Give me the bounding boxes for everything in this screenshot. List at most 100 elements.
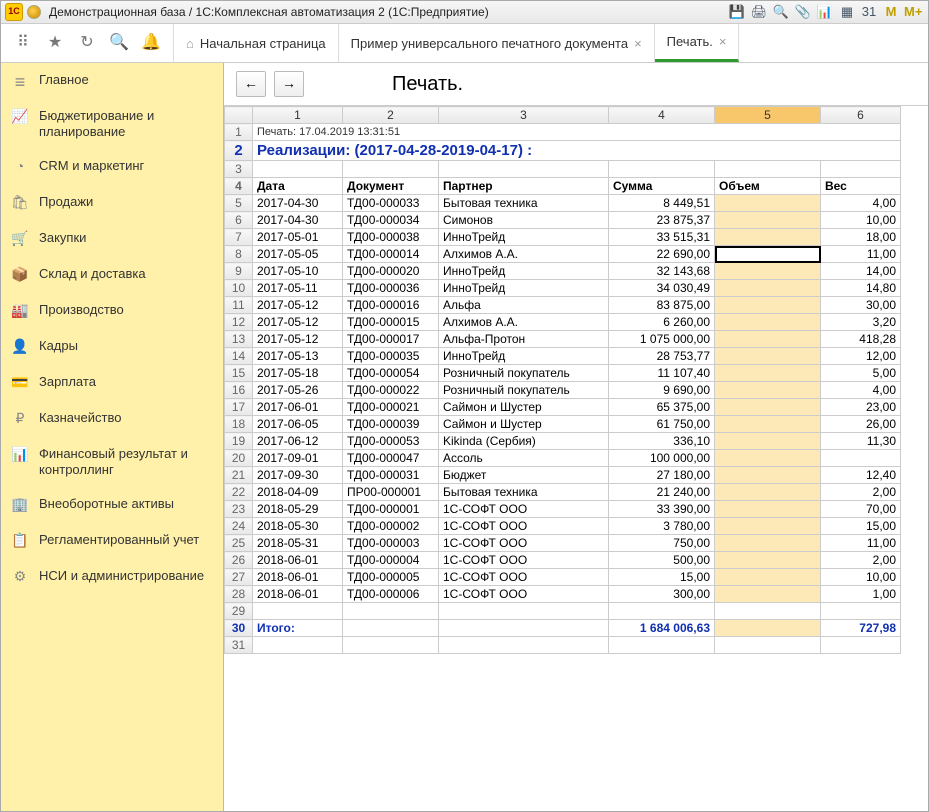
empty-cell[interactable] <box>715 603 821 620</box>
cell-vol[interactable] <box>715 331 821 348</box>
attach-icon[interactable]: 📎 <box>794 3 812 21</box>
cell-vol[interactable] <box>715 280 821 297</box>
cell-vol[interactable] <box>715 484 821 501</box>
table-row[interactable]: 122017-05-12ТД00-000015Алхимов А.А.6 260… <box>225 314 901 331</box>
tab-document[interactable]: Пример универсального печатного документ… <box>339 24 655 62</box>
sidebar-item[interactable]: ◔CRM и маркетинг <box>1 149 223 185</box>
search-icon[interactable]: 🔍 <box>107 31 131 55</box>
row-header[interactable]: 26 <box>225 552 253 569</box>
row-header[interactable]: 31 <box>225 637 253 654</box>
row-header[interactable]: 17 <box>225 399 253 416</box>
empty-cell[interactable] <box>821 603 901 620</box>
spreadsheet-wrap[interactable]: 1234561Печать: 17.04.2019 13:31:512Реали… <box>224 105 928 811</box>
table-row[interactable]: 52017-04-30ТД00-000033Бытовая техника8 4… <box>225 195 901 212</box>
table-row[interactable]: 232018-05-29ТД00-0000011С-СОФТ ООО33 390… <box>225 501 901 518</box>
row-header[interactable]: 21 <box>225 467 253 484</box>
cell-vol[interactable] <box>715 314 821 331</box>
cell-vol[interactable] <box>715 348 821 365</box>
row-header[interactable]: 5 <box>225 195 253 212</box>
cell-vol[interactable] <box>715 433 821 450</box>
column-header[interactable]: 4 <box>609 107 715 124</box>
table-row[interactable]: 132017-05-12ТД00-000017Альфа-Протон1 075… <box>225 331 901 348</box>
table-row[interactable]: 62017-04-30ТД00-000034Симонов23 875,3710… <box>225 212 901 229</box>
tab-print[interactable]: Печать. × <box>655 24 740 62</box>
back-button[interactable]: ← <box>236 71 266 97</box>
cell-vol[interactable] <box>715 365 821 382</box>
row-header[interactable]: 12 <box>225 314 253 331</box>
cell-vol[interactable] <box>715 535 821 552</box>
tab-home[interactable]: ⌂ Начальная страница <box>174 24 339 62</box>
table-row[interactable]: 282018-06-01ТД00-0000061С-СОФТ ООО300,00… <box>225 586 901 603</box>
cell-vol[interactable] <box>715 399 821 416</box>
table-row[interactable]: 272018-06-01ТД00-0000051С-СОФТ ООО15,001… <box>225 569 901 586</box>
column-header[interactable]: 1 <box>253 107 343 124</box>
row-header[interactable]: 4 <box>225 178 253 195</box>
row-header[interactable]: 14 <box>225 348 253 365</box>
row-header[interactable]: 3 <box>225 161 253 178</box>
cell-vol[interactable] <box>715 416 821 433</box>
table-row[interactable]: 242018-05-30ТД00-0000021С-СОФТ ООО3 780,… <box>225 518 901 535</box>
table-row[interactable]: 142017-05-13ТД00-000035ИнноТрейд28 753,7… <box>225 348 901 365</box>
apps-grid-icon[interactable]: ⠿ <box>11 31 35 55</box>
app-menu-dropdown-icon[interactable] <box>27 5 41 19</box>
calendar-icon[interactable]: 31 <box>860 3 878 21</box>
sidebar-item[interactable]: 🏢Внеоборотные активы <box>1 487 223 523</box>
column-header[interactable]: 2 <box>343 107 439 124</box>
row-header[interactable]: 25 <box>225 535 253 552</box>
empty-cell[interactable] <box>821 637 901 654</box>
sidebar-item[interactable]: 📈Бюджетирование и планирование <box>1 99 223 149</box>
table-row[interactable]: 102017-05-11ТД00-000036ИнноТрейд34 030,4… <box>225 280 901 297</box>
cell-vol[interactable] <box>715 212 821 229</box>
table-icon[interactable]: ▦ <box>838 3 856 21</box>
row-header[interactable]: 15 <box>225 365 253 382</box>
cell-vol[interactable] <box>715 263 821 280</box>
empty-cell[interactable] <box>439 637 609 654</box>
cell-vol[interactable] <box>715 501 821 518</box>
forward-button[interactable]: → <box>274 71 304 97</box>
empty-cell[interactable] <box>715 637 821 654</box>
empty-cell[interactable] <box>609 637 715 654</box>
spreadsheet[interactable]: 1234561Печать: 17.04.2019 13:31:512Реали… <box>224 106 901 654</box>
row-header[interactable]: 23 <box>225 501 253 518</box>
empty-cell[interactable] <box>609 161 715 178</box>
empty-cell[interactable] <box>609 603 715 620</box>
row-header[interactable]: 16 <box>225 382 253 399</box>
sidebar-item[interactable]: ₽Казначейство <box>1 401 223 437</box>
row-header[interactable]: 24 <box>225 518 253 535</box>
cell[interactable] <box>343 620 439 637</box>
empty-cell[interactable] <box>343 603 439 620</box>
cell[interactable] <box>439 620 609 637</box>
row-header[interactable]: 2 <box>225 141 253 161</box>
row-header[interactable]: 30 <box>225 620 253 637</box>
table-row[interactable]: 152017-05-18ТД00-000054Розничный покупат… <box>225 365 901 382</box>
table-row[interactable]: 72017-05-01ТД00-000038ИнноТрейд33 515,31… <box>225 229 901 246</box>
cell-vol[interactable] <box>715 382 821 399</box>
row-header[interactable]: 11 <box>225 297 253 314</box>
cell-vol[interactable] <box>715 246 821 263</box>
sidebar-item[interactable]: 🛍Продажи <box>1 185 223 221</box>
table-row[interactable]: 172017-06-01ТД00-000021Саймон и Шустер65… <box>225 399 901 416</box>
sidebar-item[interactable]: 📊Финансовый результат и контроллинг <box>1 437 223 487</box>
row-header[interactable]: 6 <box>225 212 253 229</box>
empty-cell[interactable] <box>821 161 901 178</box>
row-header[interactable]: 19 <box>225 433 253 450</box>
preview-icon[interactable]: 🔍 <box>772 3 790 21</box>
table-row[interactable]: 252018-05-31ТД00-0000031С-СОФТ ООО750,00… <box>225 535 901 552</box>
table-row[interactable]: 212017-09-30ТД00-000031Бюджет27 180,0012… <box>225 467 901 484</box>
empty-cell[interactable] <box>253 637 343 654</box>
sidebar-item[interactable]: 🛒Закупки <box>1 221 223 257</box>
print-icon[interactable]: 🖨 <box>750 3 768 21</box>
row-header[interactable]: 28 <box>225 586 253 603</box>
row-header[interactable]: 7 <box>225 229 253 246</box>
row-header[interactable]: 9 <box>225 263 253 280</box>
cell-vol[interactable] <box>715 195 821 212</box>
row-header[interactable]: 10 <box>225 280 253 297</box>
m-icon[interactable]: M <box>882 3 900 21</box>
sidebar-item[interactable]: 📦Склад и доставка <box>1 257 223 293</box>
cell-vol[interactable] <box>715 569 821 586</box>
cell-vol[interactable] <box>715 552 821 569</box>
row-header[interactable]: 8 <box>225 246 253 263</box>
row-header[interactable]: 27 <box>225 569 253 586</box>
close-icon[interactable]: × <box>634 36 642 51</box>
report-icon[interactable]: 📊 <box>816 3 834 21</box>
